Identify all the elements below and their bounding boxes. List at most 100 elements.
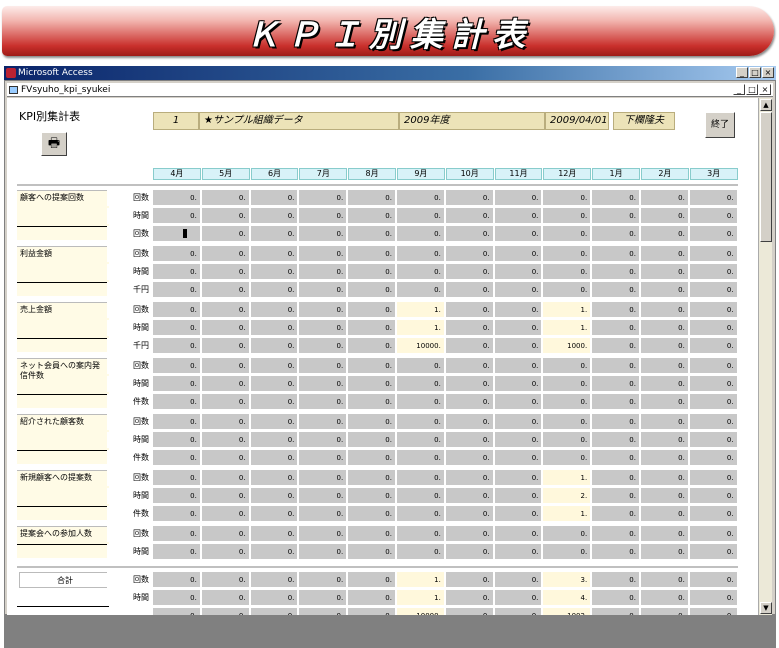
value-cell[interactable]: 0. bbox=[153, 246, 201, 262]
value-cell[interactable]: 0. bbox=[445, 470, 494, 486]
value-cell[interactable]: 0. bbox=[153, 376, 201, 392]
value-cell[interactable]: 0. bbox=[250, 414, 299, 430]
value-cell[interactable]: 0. bbox=[494, 572, 543, 588]
value-cell[interactable]: 0. bbox=[689, 488, 738, 504]
value-cell[interactable]: 0. bbox=[250, 590, 299, 606]
value-cell[interactable]: 0. bbox=[201, 208, 250, 224]
value-cell[interactable]: 0. bbox=[299, 302, 348, 318]
value-cell[interactable]: 0. bbox=[445, 376, 494, 392]
header-id-field[interactable]: 1 bbox=[153, 112, 199, 130]
value-cell[interactable]: 0. bbox=[153, 432, 201, 448]
value-cell[interactable]: 0. bbox=[250, 506, 299, 522]
value-cell[interactable]: 0. bbox=[641, 394, 689, 410]
value-cell[interactable]: 0. bbox=[445, 506, 494, 522]
value-cell[interactable]: 0. bbox=[153, 488, 201, 504]
value-cell[interactable]: 0. bbox=[641, 190, 689, 206]
value-cell[interactable]: 0. bbox=[348, 432, 396, 448]
value-cell[interactable]: 1. bbox=[543, 506, 592, 522]
value-cell[interactable]: 0. bbox=[201, 320, 250, 336]
value-cell[interactable]: 0. bbox=[201, 282, 250, 298]
value-cell[interactable]: 0. bbox=[543, 264, 592, 280]
value-cell[interactable]: 0. bbox=[250, 572, 299, 588]
value-cell[interactable]: 0. bbox=[494, 526, 543, 542]
value-cell[interactable]: 0. bbox=[494, 544, 543, 560]
value-cell[interactable]: 0. bbox=[445, 282, 494, 298]
value-cell[interactable]: 0. bbox=[153, 590, 201, 606]
value-cell[interactable]: 0. bbox=[201, 190, 250, 206]
value-cell[interactable]: 0. bbox=[543, 190, 592, 206]
value-cell[interactable]: 1. bbox=[543, 320, 592, 336]
form-maximize-button[interactable]: □ bbox=[746, 84, 758, 95]
value-cell[interactable]: 0. bbox=[494, 246, 543, 262]
value-cell[interactable]: 0. bbox=[397, 394, 445, 410]
value-cell[interactable]: 0. bbox=[153, 302, 201, 318]
value-cell[interactable]: 0. bbox=[689, 338, 738, 354]
value-cell[interactable]: 0. bbox=[348, 414, 396, 430]
value-cell[interactable]: 0. bbox=[153, 414, 201, 430]
value-cell[interactable]: 0. bbox=[592, 246, 640, 262]
value-cell[interactable]: 1. bbox=[543, 302, 592, 318]
value-cell[interactable]: 0. bbox=[250, 394, 299, 410]
value-cell[interactable]: 0. bbox=[445, 246, 494, 262]
value-cell[interactable]: 0. bbox=[494, 190, 543, 206]
value-cell[interactable]: 0. bbox=[445, 544, 494, 560]
value-cell[interactable]: 0. bbox=[348, 358, 396, 374]
header-user-field[interactable]: 下欄隆夫 bbox=[613, 112, 675, 130]
value-cell[interactable]: 0. bbox=[445, 394, 494, 410]
value-cell[interactable]: 0. bbox=[445, 572, 494, 588]
value-cell[interactable]: 0. bbox=[153, 264, 201, 280]
scroll-up-icon[interactable]: ▲ bbox=[760, 99, 772, 111]
value-cell[interactable]: 0. bbox=[397, 414, 445, 430]
value-cell[interactable]: 0. bbox=[348, 302, 396, 318]
value-cell[interactable]: 0. bbox=[250, 320, 299, 336]
value-cell[interactable]: 0. bbox=[348, 590, 396, 606]
value-cell[interactable]: 0. bbox=[299, 470, 348, 486]
print-button[interactable]: 🖶 bbox=[41, 132, 67, 156]
value-cell[interactable]: 0. bbox=[445, 526, 494, 542]
value-cell[interactable]: 0. bbox=[153, 282, 201, 298]
value-cell[interactable]: 0. bbox=[641, 526, 689, 542]
value-cell[interactable]: 0. bbox=[543, 432, 592, 448]
value-cell[interactable]: 0. bbox=[201, 226, 250, 242]
value-cell[interactable]: 0. bbox=[445, 432, 494, 448]
value-cell[interactable]: 0. bbox=[201, 338, 250, 354]
value-cell[interactable]: 0. bbox=[153, 544, 201, 560]
value-cell[interactable]: 0. bbox=[299, 572, 348, 588]
value-cell[interactable]: 0. bbox=[348, 488, 396, 504]
access-maximize-button[interactable]: □ bbox=[749, 67, 761, 78]
value-cell[interactable]: 0. bbox=[543, 282, 592, 298]
value-cell[interactable]: 0. bbox=[494, 488, 543, 504]
value-cell[interactable]: 0. bbox=[397, 544, 445, 560]
value-cell[interactable]: 0. bbox=[299, 394, 348, 410]
value-cell[interactable]: 0. bbox=[299, 506, 348, 522]
value-cell[interactable]: 0. bbox=[397, 376, 445, 392]
value-cell[interactable]: 0. bbox=[543, 376, 592, 392]
value-cell[interactable]: 0. bbox=[153, 394, 201, 410]
value-cell[interactable]: 0. bbox=[689, 470, 738, 486]
value-cell[interactable]: 0. bbox=[299, 488, 348, 504]
value-cell[interactable]: 0. bbox=[689, 190, 738, 206]
value-cell[interactable]: 0. bbox=[445, 190, 494, 206]
value-cell[interactable]: 0. bbox=[445, 264, 494, 280]
value-cell[interactable]: 0. bbox=[592, 526, 640, 542]
value-cell[interactable]: 0. bbox=[641, 302, 689, 318]
value-cell[interactable]: 0. bbox=[299, 320, 348, 336]
value-cell[interactable]: 0. bbox=[299, 432, 348, 448]
value-cell[interactable]: 0. bbox=[348, 208, 396, 224]
value-cell[interactable]: 0. bbox=[543, 246, 592, 262]
value-cell[interactable]: 0. bbox=[348, 608, 396, 615]
value-cell[interactable]: 0. bbox=[299, 338, 348, 354]
value-cell[interactable]: 0. bbox=[397, 246, 445, 262]
value-cell[interactable]: 0. bbox=[201, 246, 250, 262]
value-cell[interactable]: 0. bbox=[592, 282, 640, 298]
value-cell[interactable]: 0. bbox=[153, 450, 201, 466]
value-cell[interactable]: 0. bbox=[641, 246, 689, 262]
value-cell[interactable]: 1. bbox=[397, 302, 445, 318]
form-titlebar[interactable]: FVsyuho_kpi_syukei _ □ × bbox=[7, 83, 773, 97]
value-cell[interactable]: 0. bbox=[201, 394, 250, 410]
value-cell[interactable]: 0. bbox=[641, 544, 689, 560]
value-cell[interactable]: 0. bbox=[299, 590, 348, 606]
value-cell[interactable]: 0. bbox=[641, 450, 689, 466]
value-cell[interactable]: 0. bbox=[201, 506, 250, 522]
value-cell[interactable]: 0. bbox=[250, 338, 299, 354]
